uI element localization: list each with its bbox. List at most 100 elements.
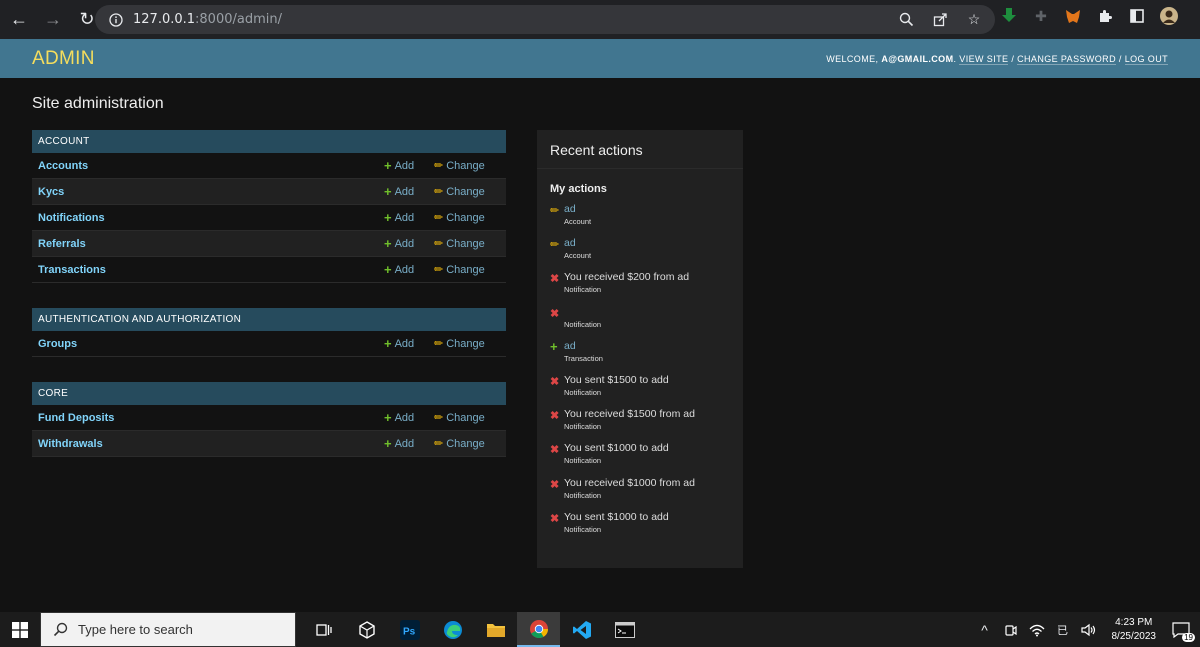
change-link[interactable]: ✏ Change	[434, 185, 494, 199]
pencil-icon: ✏	[434, 186, 444, 198]
change-link[interactable]: ✏ Change	[434, 411, 494, 425]
add-link[interactable]: + Add	[384, 158, 434, 173]
add-link[interactable]: + Add	[384, 262, 434, 277]
change-link[interactable]: ✏ Change	[434, 237, 494, 251]
back-icon[interactable]: ←	[6, 7, 32, 33]
virtualbox-icon[interactable]	[345, 612, 388, 647]
add-link[interactable]: + Add	[384, 410, 434, 425]
change-label: Change	[446, 185, 485, 198]
add-icon: +	[384, 158, 392, 173]
add-icon: +	[384, 436, 392, 451]
change-link[interactable]: ✏ Change	[434, 337, 494, 351]
pencil-icon: ✏	[434, 238, 444, 250]
action-text: You sent $1500 to add	[564, 373, 669, 386]
info-icon[interactable]	[107, 11, 125, 29]
add-link[interactable]: + Add	[384, 336, 434, 351]
clock-time: 4:23 PM	[1115, 616, 1153, 628]
model-link[interactable]: Fund Deposits	[32, 412, 384, 424]
change-label: Change	[446, 263, 485, 276]
task-view-icon[interactable]	[302, 612, 345, 647]
change-link[interactable]: ✏ Change	[434, 159, 494, 173]
share-icon[interactable]	[931, 10, 949, 28]
add-link[interactable]: + Add	[384, 436, 434, 451]
action-item: ✏ ad Account	[537, 201, 743, 235]
delete-x-icon: ✖	[550, 512, 560, 525]
welcome-text: WELCOME,	[826, 53, 879, 64]
side-panel-icon[interactable]	[1128, 7, 1146, 25]
model-row: Transactions + Add ✏ Change	[32, 257, 506, 283]
clock[interactable]: 4:23 PM 8/25/2023	[1112, 616, 1157, 644]
download-extension-icon[interactable]	[1000, 7, 1018, 25]
action-item: ✖ You received $1500 from ad Notificatio…	[537, 406, 743, 440]
action-link[interactable]: ad	[564, 201, 730, 216]
action-item: ✖ You received $1000 from ad Notificatio…	[537, 475, 743, 509]
edge-icon[interactable]	[431, 612, 474, 647]
metamask-icon[interactable]	[1064, 7, 1082, 25]
recent-actions-panel: Recent actions My actions ✏ ad Account ✏…	[537, 130, 743, 568]
photoshop-icon[interactable]: Ps	[388, 612, 431, 647]
add-label: Add	[394, 211, 415, 224]
pencil-icon: ✏	[434, 264, 444, 276]
change-label: Change	[446, 211, 485, 224]
language-ime-icon[interactable]: 已	[1054, 621, 1072, 639]
chevron-up-icon[interactable]: ^	[976, 621, 994, 639]
model-link[interactable]: Transactions	[32, 264, 384, 276]
model-row: Notifications + Add ✏ Change	[32, 205, 506, 231]
taskbar-search-box[interactable]: Type here to search	[40, 612, 296, 647]
add-icon: +	[384, 262, 392, 277]
separator: /	[1011, 53, 1015, 64]
add-link[interactable]: + Add	[384, 210, 434, 225]
volume-icon[interactable]	[1080, 621, 1098, 639]
puzzle-extension-icon[interactable]: ✚	[1032, 7, 1050, 25]
add-label: Add	[394, 185, 415, 198]
model-link[interactable]: Groups	[32, 338, 384, 350]
url-text[interactable]: 127.0.0.1:8000/admin/	[133, 12, 282, 27]
action-item: ✖ Notification	[537, 304, 743, 338]
meet-now-icon[interactable]	[1002, 621, 1020, 639]
change-password-link[interactable]: CHANGE PASSWORD	[1017, 53, 1116, 65]
add-link[interactable]: + Add	[384, 236, 434, 251]
wifi-icon[interactable]	[1028, 621, 1046, 639]
model-link[interactable]: Referrals	[32, 238, 384, 250]
profile-avatar[interactable]	[1160, 7, 1178, 25]
windows-start-icon[interactable]	[0, 612, 40, 647]
log-out-link[interactable]: LOG OUT	[1124, 53, 1168, 65]
module-caption[interactable]: ACCOUNT	[32, 130, 506, 153]
menu-kebab-icon[interactable]: ⋮	[1192, 7, 1200, 25]
model-link[interactable]: Kycs	[32, 186, 384, 198]
change-link[interactable]: ✏ Change	[434, 437, 494, 451]
delete-x-icon: ✖	[550, 307, 560, 320]
add-link[interactable]: + Add	[384, 184, 434, 199]
module-caption[interactable]: CORE	[32, 382, 506, 405]
module-caption[interactable]: AUTHENTICATION AND AUTHORIZATION	[32, 308, 506, 331]
action-item: + ad Transaction	[537, 338, 743, 372]
model-link[interactable]: Accounts	[32, 160, 384, 172]
url-host: 127.0.0.1	[133, 12, 196, 27]
app-module-core: CORE Fund Deposits + Add ✏ Change Withdraw…	[32, 382, 506, 457]
action-link[interactable]: ad	[564, 235, 730, 250]
extensions-icon[interactable]	[1096, 7, 1114, 25]
file-explorer-icon[interactable]	[474, 612, 517, 647]
forward-icon[interactable]: →	[40, 7, 66, 33]
action-link[interactable]: ad	[564, 338, 730, 353]
view-site-link[interactable]: VIEW SITE	[959, 53, 1009, 65]
notification-center-icon[interactable]: 19	[1170, 621, 1195, 642]
delete-x-icon: ✖	[550, 444, 560, 457]
bookmark-star-icon[interactable]: ☆	[965, 10, 983, 28]
pencil-icon: ✏	[434, 412, 444, 424]
model-row: Withdrawals + Add ✏ Change	[32, 431, 506, 457]
change-link[interactable]: ✏ Change	[434, 211, 494, 225]
add-label: Add	[394, 159, 415, 172]
model-link[interactable]: Withdrawals	[32, 438, 384, 450]
site-brand[interactable]: ADMIN	[32, 48, 95, 70]
action-content-type: Notification	[564, 490, 602, 500]
zoom-icon[interactable]	[897, 10, 915, 28]
change-link[interactable]: ✏ Change	[434, 263, 494, 277]
vscode-icon[interactable]	[560, 612, 603, 647]
model-link[interactable]: Notifications	[32, 212, 384, 224]
terminal-icon[interactable]	[603, 612, 646, 647]
action-content-type: Notification	[564, 422, 602, 432]
address-bar[interactable]: 127.0.0.1:8000/admin/ ☆	[95, 5, 995, 34]
search-placeholder: Type here to search	[78, 622, 193, 637]
chrome-icon[interactable]	[517, 612, 560, 647]
